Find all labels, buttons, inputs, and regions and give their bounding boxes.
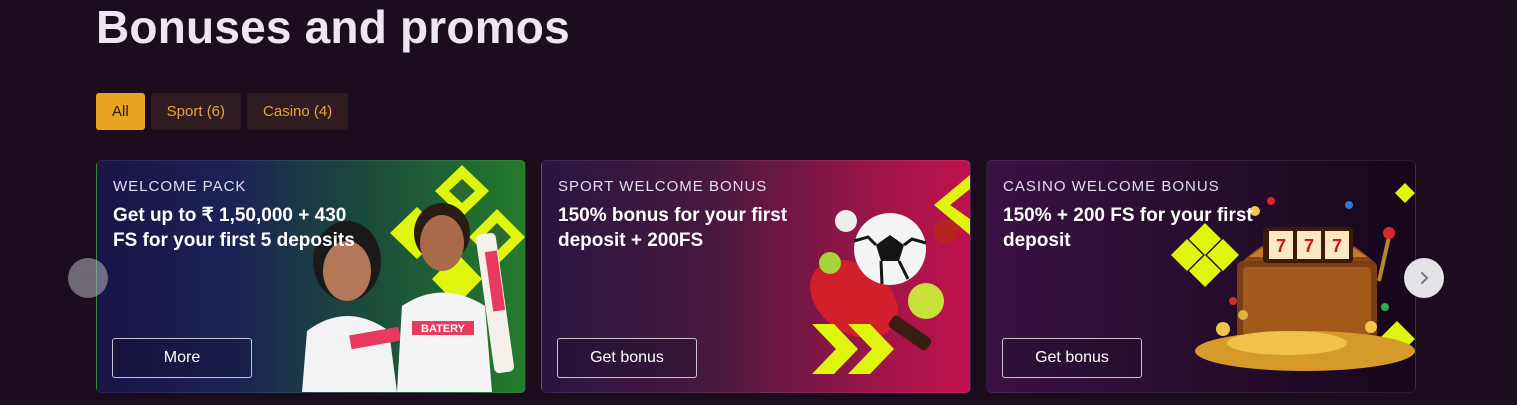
card-kicker: CASINO WELCOME BONUS [1003,178,1220,195]
chevron-right-icon [1421,272,1428,284]
filter-casino[interactable]: Casino (4) [247,93,349,130]
card-kicker: WELCOME PACK [113,178,247,195]
promo-card-sport-welcome[interactable]: SPORT WELCOME BONUS 150% bonus for your … [541,160,971,393]
page-title: Bonuses and promos [96,1,570,53]
card-headline: 150% + 200 FS for your first deposit [1003,205,1253,251]
get-bonus-button[interactable]: Get bonus [1002,338,1142,378]
card-kicker: SPORT WELCOME BONUS [558,178,768,195]
svg-text:7: 7 [1276,236,1286,256]
more-button[interactable]: More [112,338,252,378]
carousel-next-button[interactable] [1404,258,1444,298]
svg-text:7: 7 [1304,236,1314,256]
promo-card-welcome-pack[interactable]: BATERY WELCOME PACK Get up to ₹ 1,50,000… [96,160,526,393]
card-headline: 150% bonus for your first deposit + 200F… [558,205,788,251]
chevron-left-icon [84,272,91,284]
get-bonus-button[interactable]: Get bonus [557,338,697,378]
jersey-text: BATERY [421,323,466,335]
filter-all[interactable]: All [96,93,145,130]
card-headline: Get up to ₹ 1,50,000 + 430 FS for your f… [113,205,355,251]
carousel-prev-button[interactable] [68,258,108,298]
svg-text:7: 7 [1332,236,1342,256]
promo-card-casino-welcome[interactable]: 7 7 7 CASINO WELCOME BONUS 150% + 200 FS… [986,160,1416,393]
filter-tabs: All Sport (6) Casino (4) [96,93,349,130]
filter-sport[interactable]: Sport (6) [150,93,242,130]
